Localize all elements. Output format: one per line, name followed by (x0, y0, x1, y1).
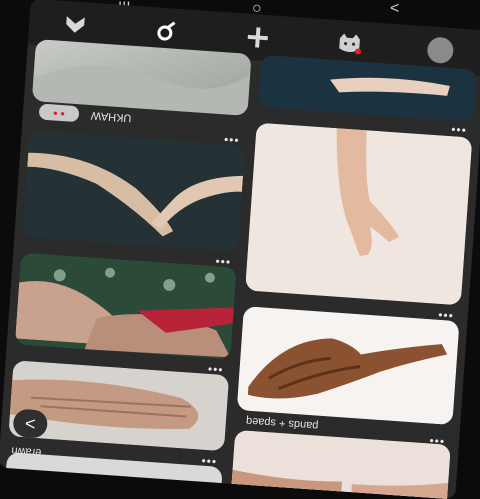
pin-image (22, 130, 246, 252)
back-button[interactable]: < (390, 0, 399, 18)
pin-card-hands-wrists[interactable] (22, 130, 246, 252)
pin-image (245, 122, 473, 306)
pin-card-wooden-sculpture[interactable] (236, 306, 460, 426)
pin-caption: UKHAW (90, 109, 132, 124)
bottom-label: erawh (10, 444, 42, 459)
heart-icon (66, 16, 85, 33)
pin-caption: pands + spaeq (245, 414, 319, 432)
avatar-icon (426, 36, 455, 65)
tab-profile[interactable] (419, 32, 461, 69)
tab-search[interactable] (145, 13, 187, 50)
more-options-button[interactable]: ••• (438, 308, 455, 323)
tab-messages[interactable] (328, 26, 370, 63)
pin-card-folded-hands[interactable] (8, 360, 230, 452)
pin-card-elderly-hands[interactable] (14, 252, 237, 360)
pin-card-bottom-hands[interactable] (230, 429, 451, 499)
more-options-button[interactable]: ••• (451, 122, 468, 137)
pin-image (14, 252, 237, 360)
tab-create[interactable] (237, 19, 279, 56)
add-icon (247, 27, 268, 48)
pin-image (230, 429, 451, 499)
more-options-button[interactable]: ••• (429, 433, 446, 448)
pin-card-hand-upright[interactable] (245, 122, 473, 306)
app-screen: ● ● UKHAW ••• ••• ••• ••• ••• ••• pands … (0, 0, 480, 499)
pin-image (8, 360, 230, 452)
board-badge: ● ● (38, 103, 80, 123)
search-icon (157, 21, 176, 41)
pin-card-partial[interactable] (5, 452, 223, 498)
tab-home[interactable] (54, 6, 96, 43)
cat-profile-icon (338, 33, 361, 55)
pin-image (236, 306, 460, 426)
